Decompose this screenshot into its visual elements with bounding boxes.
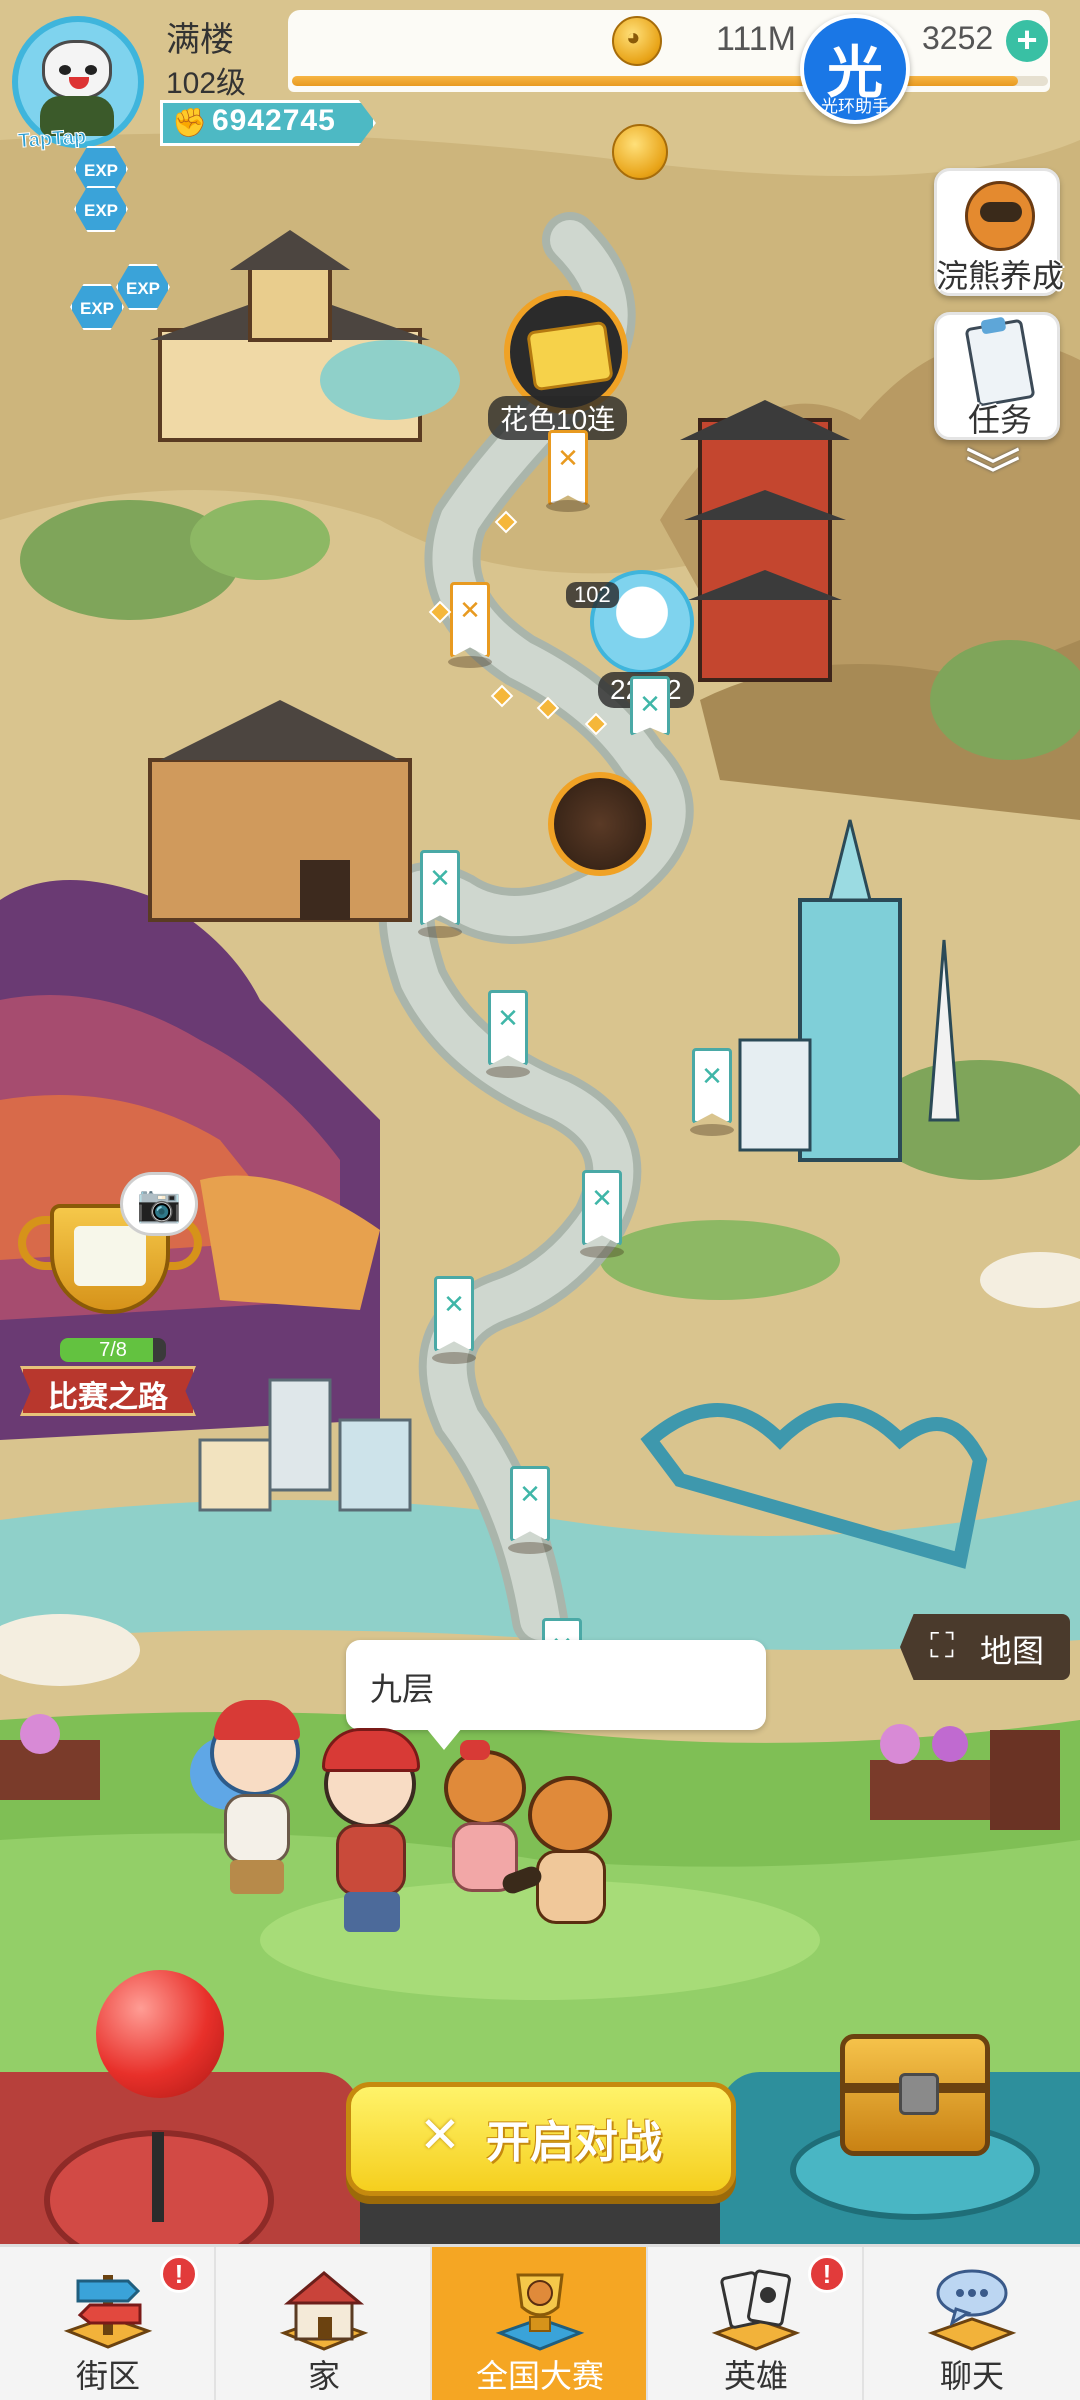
blue-hair-girl-character[interactable] (170, 1700, 320, 1910)
speech-text: 九层 (370, 1671, 435, 1707)
raccoon-icon (965, 181, 1035, 251)
locked-stage-node[interactable] (548, 772, 652, 876)
red-cap-boy-character[interactable] (300, 1720, 440, 1940)
xp-bar (292, 76, 1048, 86)
house-icon (279, 2271, 369, 2351)
current-stage-flag[interactable] (630, 676, 670, 736)
start-battle-label: 开启对战 (486, 2118, 662, 2167)
coin-icon (612, 16, 662, 66)
raccoon-raising-label: 浣熊养成 (935, 258, 1064, 294)
gem-value: 3252 (922, 20, 994, 56)
joystick-icon[interactable] (96, 1970, 224, 2098)
speech-bubble: 九层 (346, 1640, 766, 1750)
taptap-logo: TapTap (17, 125, 88, 153)
raccoon-character[interactable] (499, 1770, 632, 1930)
nav-label: 全国大赛 (475, 2358, 604, 2394)
stage-flag[interactable] (434, 1276, 474, 1352)
nav-label: 街区 (75, 2358, 140, 2394)
stage-flag-shadow (690, 1124, 734, 1136)
tasks-label: 任务 (967, 402, 1032, 438)
player-level: 102级 (166, 67, 247, 100)
chat-bubble-icon (927, 2269, 1017, 2351)
race-progress-bar: 7/8 (60, 1338, 166, 1362)
crossed-swords-icon: ✕ (419, 2107, 461, 2163)
notification-badge: ! (808, 2255, 846, 2293)
race-progress-text: 7/8 (99, 1339, 127, 1361)
stage-flag[interactable] (510, 1466, 550, 1542)
halo-badge-label: 光环助手 (821, 97, 889, 116)
signpost-icon (63, 2275, 153, 2349)
stage-flag[interactable] (420, 850, 460, 926)
power-value: 6942745 (212, 104, 336, 137)
nav-item-chat[interactable]: 聊天 (864, 2247, 1080, 2400)
race-road-label: 比赛之路 (48, 1381, 168, 1414)
camera-icon[interactable]: 📷 (120, 1172, 198, 1236)
coin-value: 111M (716, 20, 797, 58)
cards-icon (711, 2269, 801, 2351)
nav-item-national-contest[interactable]: 全国大赛 (432, 2247, 648, 2400)
stage-flag-shadow (418, 926, 462, 938)
stage-flag[interactable] (692, 1048, 732, 1124)
notification-badge: ! (160, 2255, 198, 2293)
bottom-nav: 街区 ! 家 全国大赛 英雄 ! 聊天 (0, 2244, 1080, 2400)
nav-label: 英雄 (723, 2358, 788, 2394)
stage-flag[interactable] (548, 430, 588, 506)
stage-flag[interactable] (488, 990, 528, 1066)
tasks-button[interactable]: 任务 (934, 312, 1060, 440)
treasure-chest-icon[interactable] (840, 2034, 990, 2156)
avatar-face (42, 40, 112, 100)
map-icon: ⛶ (930, 1627, 954, 1665)
nav-label: 聊天 (939, 2358, 1004, 2394)
halo-assistant-badge[interactable]: 光 光环助手 (800, 14, 910, 124)
player-avatar[interactable]: TapTap (6, 12, 156, 153)
fist-icon: ✊ (172, 107, 207, 138)
nav-label: 家 (307, 2358, 340, 2394)
player-name: 满楼 (166, 21, 234, 59)
nav-item-home[interactable]: 家 (216, 2247, 432, 2400)
stage-flag[interactable] (582, 1170, 622, 1246)
plus-icon[interactable]: + (1006, 20, 1048, 62)
stage-flag-shadow (508, 1542, 552, 1554)
stage-flag[interactable] (450, 582, 490, 658)
joystick-stick (152, 2132, 164, 2222)
top-bar: TapTap 满楼 102级 ✊ 6942745 111M 3252 + 光 光… (0, 0, 1080, 153)
chevron-down-icon[interactable]: ︾ (958, 446, 1028, 506)
player-marker-level: 102 (566, 582, 619, 608)
stage-flag-shadow (580, 1246, 624, 1258)
nav-item-heroes[interactable]: 英雄 ! (648, 2247, 864, 2400)
stage-flag-shadow (486, 1066, 530, 1078)
stage-flag-shadow (432, 1352, 476, 1364)
stage-flag-shadow (448, 656, 492, 668)
stage-flag-shadow (546, 500, 590, 512)
map-button-label: 地图 (980, 1633, 1045, 1669)
floating-coin-icon[interactable] (612, 124, 668, 180)
trophy-icon (495, 2273, 585, 2351)
nav-item-street[interactable]: 街区 ! (0, 2247, 216, 2400)
raccoon-raising-button[interactable]: 浣熊养成 (934, 168, 1064, 296)
